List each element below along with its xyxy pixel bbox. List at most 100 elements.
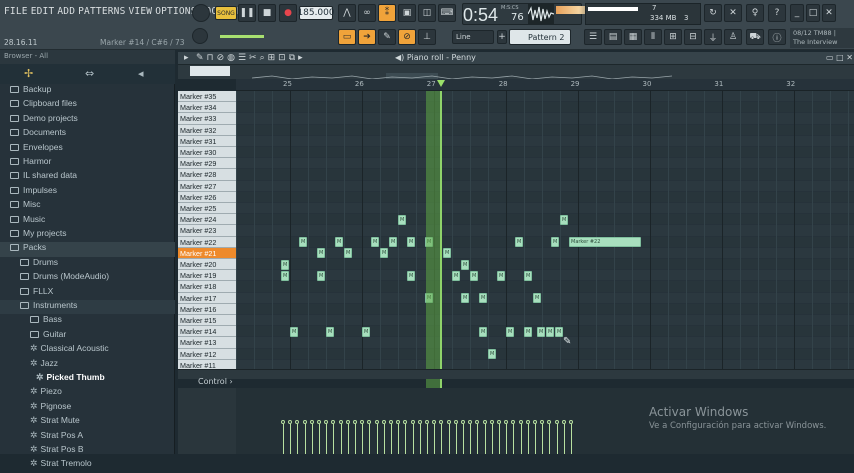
browser-item-instruments[interactable]: Instruments: [0, 300, 175, 315]
velocity-bar[interactable]: [427, 424, 428, 454]
velocity-handle[interactable]: [309, 420, 314, 424]
velocity-handle[interactable]: [389, 420, 393, 424]
note-long[interactable]: Marker #22: [569, 237, 641, 248]
velocity-bar[interactable]: [340, 424, 342, 454]
pr-window-controls[interactable]: ▭ □ ✕: [826, 53, 853, 62]
velocity-handle[interactable]: [569, 420, 573, 424]
velocity-bar[interactable]: [326, 424, 328, 454]
velocity-bar[interactable]: [491, 424, 493, 454]
velocity-handle[interactable]: [525, 420, 530, 424]
note[interactable]: M: [290, 326, 298, 337]
browser-item-fllx[interactable]: FLLX: [0, 286, 175, 300]
song-mode-button[interactable]: SONG: [215, 6, 237, 20]
note[interactable]: M: [533, 293, 541, 304]
note[interactable]: M: [515, 237, 523, 248]
key-marker-34[interactable]: Marker #34: [178, 102, 236, 114]
note[interactable]: M: [524, 326, 532, 337]
browser-toggle-button[interactable]: ⊟: [684, 29, 702, 45]
channel-settings-button[interactable]: ⊞: [664, 29, 682, 45]
blend-notes-button[interactable]: ▣: [398, 4, 416, 22]
velocity-handle[interactable]: [468, 420, 473, 424]
velocity-bar[interactable]: [542, 424, 544, 454]
velocity-bar[interactable]: [376, 424, 378, 454]
velocity-handle[interactable]: [331, 420, 336, 424]
velocity-handle[interactable]: [547, 420, 552, 424]
velocity-handle[interactable]: [561, 420, 566, 424]
note[interactable]: M: [443, 248, 451, 259]
record-button[interactable]: ●: [279, 4, 297, 22]
browser-item-strat-mute[interactable]: ✲ Strat Mute: [0, 415, 175, 429]
plugin-picker-button[interactable]: ⏚: [704, 29, 722, 45]
pattern-song-knob[interactable]: [192, 4, 210, 22]
velocity-bar[interactable]: [527, 424, 529, 454]
velocity-bar[interactable]: [319, 424, 320, 454]
mixer-button[interactable]: ⫴: [644, 29, 662, 45]
velocity-bar[interactable]: [563, 424, 565, 454]
velocity-handle[interactable]: [497, 420, 501, 424]
velocity-bar[interactable]: [412, 424, 414, 454]
velocity-bar[interactable]: [455, 424, 457, 454]
note[interactable]: M: [479, 326, 487, 337]
key-marker-12[interactable]: Marker #12: [178, 348, 236, 360]
key-marker-27[interactable]: Marker #27: [178, 180, 236, 192]
velocity-handle[interactable]: [288, 420, 293, 424]
key-marker-28[interactable]: Marker #28: [178, 169, 236, 181]
velocity-handle[interactable]: [425, 420, 429, 424]
note[interactable]: M: [461, 293, 469, 304]
pattern-add-button[interactable]: +: [497, 30, 507, 44]
velocity-bar[interactable]: [362, 424, 364, 454]
note[interactable]: M: [461, 259, 469, 270]
note[interactable]: M: [317, 248, 325, 259]
velocity-handle[interactable]: [367, 420, 372, 424]
play-button[interactable]: ❚❚: [238, 4, 256, 22]
note[interactable]: M: [524, 270, 532, 281]
note[interactable]: M: [479, 293, 487, 304]
stamp-button[interactable]: ⊥: [418, 29, 436, 45]
velocity-bar[interactable]: [463, 424, 464, 454]
piano-roll-button[interactable]: ▤: [604, 29, 622, 45]
velocity-bar[interactable]: [470, 424, 472, 454]
velocity-handle[interactable]: [360, 420, 365, 424]
note[interactable]: M: [317, 270, 325, 281]
typing-keyboard-button[interactable]: ⌨: [438, 4, 456, 22]
browser-item-pignose[interactable]: ✲ Pignose: [0, 401, 175, 415]
playhead-marker[interactable]: [437, 80, 445, 87]
note[interactable]: M: [281, 270, 289, 281]
velocity-handle[interactable]: [461, 420, 465, 424]
key-marker-18[interactable]: Marker #18: [178, 281, 236, 293]
piano-roll-menu-icon[interactable]: ▸: [184, 53, 189, 63]
velocity-handle[interactable]: [446, 420, 451, 424]
main-volume-slider[interactable]: [220, 35, 264, 38]
velocity-handle[interactable]: [489, 420, 494, 424]
menu-file[interactable]: FILE: [4, 6, 28, 17]
note-grid[interactable]: MMMMMMMMMMMMMMMMMMMMMMMMMMMMMMMMMMMMMMar…: [236, 91, 854, 369]
browser-item-classical-acoustic[interactable]: ✲ Classical Acoustic: [0, 343, 175, 357]
velocity-bar[interactable]: [355, 424, 356, 454]
maximize-button[interactable]: □: [806, 4, 820, 22]
browser-item-packs[interactable]: Packs: [0, 242, 175, 257]
loop-record-button[interactable]: ∞: [358, 4, 376, 22]
countdown-button[interactable]: ◫: [418, 4, 436, 22]
note[interactable]: M: [281, 259, 289, 270]
velocity-bar[interactable]: [520, 424, 522, 454]
key-marker-32[interactable]: Marker #32: [178, 124, 236, 136]
velocity-handle[interactable]: [374, 420, 379, 424]
velocity-bar[interactable]: [556, 424, 558, 454]
note[interactable]: M: [326, 326, 334, 337]
browser-item-strat-pos-b[interactable]: ✲ Strat Pos B: [0, 444, 175, 458]
velocity-handle[interactable]: [403, 420, 408, 424]
velocity-bar[interactable]: [419, 424, 421, 454]
master-pitch-knob[interactable]: [192, 28, 208, 44]
menu-view[interactable]: VIEW: [129, 6, 153, 17]
step-edit-button[interactable]: ⁑: [378, 4, 396, 22]
note[interactable]: M: [546, 326, 554, 337]
menu-edit[interactable]: EDIT: [31, 6, 55, 17]
browser-item-demo-projects[interactable]: Demo projects: [0, 113, 175, 127]
velocity-handle[interactable]: [533, 420, 537, 424]
draw-button[interactable]: ➔: [358, 29, 376, 45]
add-icon[interactable]: ✢: [24, 67, 33, 80]
key-marker-23[interactable]: Marker #23: [178, 225, 236, 237]
velocity-bar[interactable]: [283, 424, 284, 454]
note[interactable]: M: [371, 237, 379, 248]
browser-item-drums-modeaudio[interactable]: Drums (ModeAudio): [0, 271, 175, 285]
